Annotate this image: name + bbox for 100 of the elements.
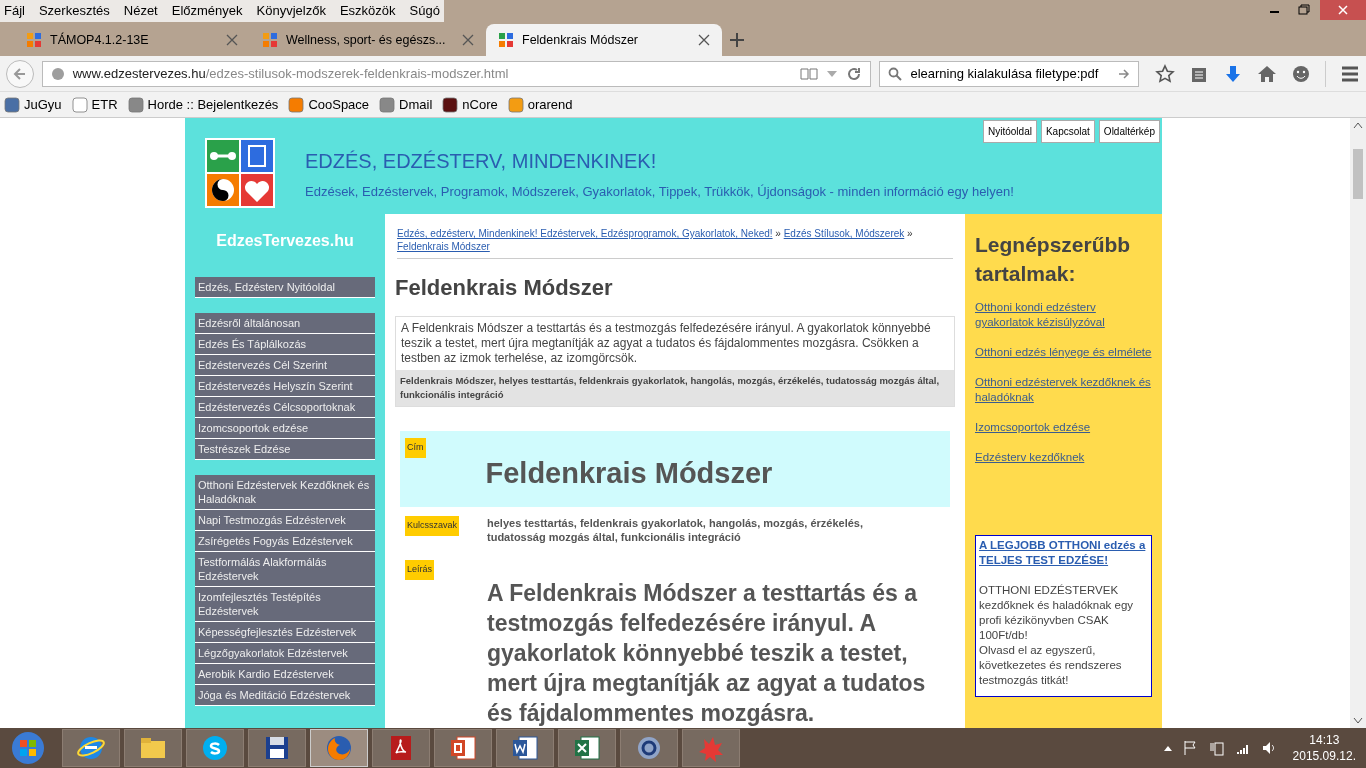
chat-s-icon[interactable] bbox=[200, 733, 230, 763]
menu-item[interactable]: Fájl bbox=[4, 1, 25, 21]
field-keywords: helyes testtartás, feldenkrais gyakorlatok, hangolás, mozgás, érzékelés, tudatosság mozgás által, funkcionális integráció bbox=[487, 516, 864, 544]
sidebar-link[interactable]: Izomfejlesztés Testépítés Edzéstervek bbox=[195, 587, 375, 622]
sidebar-link[interactable]: Edzéstervezés Helyszín Szerint bbox=[195, 376, 375, 397]
breadcrumb-link[interactable]: Edzés, edzésterv, Mindenkinek! Edzéstervek, Edzésprogramok, Gyakorlatok, Neked! bbox=[397, 228, 773, 239]
sidebar-link[interactable]: Izomcsoportok edzése bbox=[195, 418, 375, 439]
close-icon[interactable] bbox=[462, 34, 474, 46]
taskbar-button[interactable] bbox=[434, 729, 492, 767]
star-icon[interactable] bbox=[1155, 63, 1175, 84]
slides-p-icon[interactable] bbox=[448, 733, 478, 763]
popular-link[interactable]: Edzésterv kezdőknek bbox=[975, 450, 1152, 465]
sidebar-link[interactable]: Edzés És Táplálkozás bbox=[195, 334, 375, 355]
menu-item[interactable]: Előzmények bbox=[171, 1, 243, 21]
menu-item[interactable]: Súgó bbox=[409, 1, 440, 21]
tab-title: Feldenkrais Módszer bbox=[522, 31, 639, 49]
site-favicon-icon bbox=[262, 32, 278, 48]
scroll-down-icon[interactable] bbox=[1353, 717, 1363, 725]
menu-item[interactable]: Könyvjelzők bbox=[256, 1, 326, 21]
clock-time[interactable]: 14:13 bbox=[1309, 732, 1340, 748]
battery-icon[interactable] bbox=[1208, 740, 1225, 756]
sidebar-link[interactable]: Testrészek Edzése bbox=[195, 439, 375, 460]
browser-tab[interactable]: TÁMOP4.1.2-13E bbox=[14, 24, 250, 56]
site-favicon-icon bbox=[498, 32, 514, 48]
sidebar-link[interactable]: Otthoni Edzéstervek Kezdőknek és Haladóknak bbox=[195, 475, 375, 510]
bookmark-item[interactable]: Dmail bbox=[379, 94, 433, 115]
close-icon bbox=[1338, 5, 1348, 15]
taskbar-button[interactable] bbox=[558, 729, 616, 767]
ad-text: OTTHONI EDZÉSTERVEK kezdőknek és haladóknak egy profi kézikönyvben CSAK 100Ft/db! bbox=[979, 583, 1135, 643]
home-icon[interactable] bbox=[1257, 63, 1277, 84]
reload-icon[interactable] bbox=[846, 65, 863, 82]
smiley-icon[interactable] bbox=[1291, 63, 1311, 84]
taskbar-button[interactable] bbox=[248, 729, 306, 767]
url-text: www.edzestervezes.hu/edzes-stilusok-modszerek-feldenkrais-modszer.html bbox=[72, 64, 510, 83]
arrow-right-icon[interactable] bbox=[1118, 67, 1130, 80]
sidebar-link[interactable]: Edzés, Edzésterv Nyitóoldal bbox=[195, 277, 375, 298]
summary-text: A Feldenkrais Módszer a testtartás és a testmozgás felfedezésére irányul. A gyakorlatok könnyebbé teszik a testet, mert újra megtanítják az agyat a tudatos és fájdalommentes mozgásra. Csökken a testben az izmok terhelése, az izomgörcsök. bbox=[400, 320, 932, 367]
bookmark-item[interactable]: CooSpace bbox=[288, 94, 370, 115]
address-field[interactable]: www.edzestervezes.hu/edzes-stilusok-modszerek-feldenkrais-modszer.html bbox=[41, 60, 872, 87]
bookmark-item[interactable]: nCore bbox=[442, 94, 498, 115]
top-nav-link[interactable]: Oldaltérkép bbox=[1098, 120, 1160, 143]
tag-list: Feldenkrais Módszer, helyes testtartás, feldenkrais gyakorlatok, hangolás, mozgás, érzékelés, tudatosság mozgás által, funkcionális integráció bbox=[396, 370, 954, 406]
field-label: Kulcsszavak bbox=[405, 516, 460, 536]
scroll-up-icon[interactable] bbox=[1353, 121, 1363, 129]
document-w-icon[interactable] bbox=[510, 733, 540, 763]
ad-title-link[interactable]: A LEGJOBB OTTHONI edzés a TELJES TEST EDZÉSE! bbox=[979, 538, 1148, 568]
close-icon[interactable] bbox=[226, 34, 238, 46]
taskbar-button[interactable] bbox=[310, 729, 368, 767]
site-title: EDZÉS, EDZÉSTERV, MINDENKINEK! bbox=[305, 149, 658, 174]
speaker-icon[interactable] bbox=[1260, 740, 1277, 756]
site-subtitle: Edzések, Edzéstervek, Programok, Módszerek, Gyakorlatok, Tippek, Trükkök, Újdonságok - minden információ egy helyen! bbox=[305, 183, 1014, 201]
top-nav-link[interactable]: Nyitóoldal bbox=[983, 120, 1037, 143]
bookmark-item[interactable]: ETR bbox=[71, 94, 118, 115]
field-description: A Feldenkrais Módszer a testtartás és a testmozgás felfedezésére irányul. A gyakorlatok könnyebbé teszik a testet, mert újra megtanítják az agyat a tudatos és fájdalommentes mozgásra. bbox=[487, 579, 927, 728]
taskbar-button[interactable] bbox=[620, 729, 678, 767]
back-button[interactable] bbox=[6, 59, 34, 88]
sidebar-link[interactable]: Jóga és Meditáció Edzéstervek bbox=[195, 685, 375, 706]
bookmark-favicon-icon bbox=[507, 96, 524, 113]
sidebar-link[interactable]: Testformálás Alakformálás Edzéstervek bbox=[195, 552, 375, 587]
sidebar-link[interactable]: Edzésről általánosan bbox=[195, 313, 375, 334]
menu-item[interactable]: Szerkesztés bbox=[38, 1, 110, 21]
download-icon[interactable] bbox=[1223, 63, 1243, 84]
taskbar-button[interactable] bbox=[496, 729, 554, 767]
tray-arrow-icon[interactable] bbox=[1162, 744, 1173, 752]
search-text: elearning kialakulása filetype:pdf bbox=[910, 64, 1100, 83]
popular-link[interactable]: Izomcsoportok edzése bbox=[975, 420, 1152, 435]
sidebar-link[interactable]: Légzőgyakorlatok Edzéstervek bbox=[195, 643, 375, 664]
bookmark-item[interactable]: orarend bbox=[507, 94, 573, 115]
taskbar-button[interactable] bbox=[186, 729, 244, 767]
bookmark-favicon-icon bbox=[288, 96, 305, 113]
book-icon[interactable] bbox=[800, 66, 819, 81]
bookmark-item[interactable]: JuGyu bbox=[4, 94, 62, 115]
sidebar-link[interactable]: Aerobik Kardio Edzéstervek bbox=[195, 664, 375, 685]
top-nav-link[interactable]: Kapcsolat bbox=[1040, 120, 1095, 143]
logo-drawing[interactable] bbox=[205, 138, 275, 208]
popular-link[interactable]: Otthoni kondi edzésterv gyakorlatok kézisúlyzóval bbox=[975, 300, 1152, 330]
browser-tab[interactable]: Feldenkrais Módszer bbox=[486, 24, 722, 56]
sidebar-link[interactable]: Edzéstervezés Cél Szerint bbox=[195, 355, 375, 376]
breadcrumb-link[interactable]: Edzés Stílusok, Módszerek bbox=[783, 228, 905, 239]
ad-text: Olvasd el az egyszerű, következetes és rendszeres testmozgás titkát! bbox=[979, 643, 1123, 688]
sidebar-link[interactable]: Zsírégetés Fogyás Edzéstervek bbox=[195, 531, 375, 552]
scrollbar[interactable] bbox=[1350, 118, 1366, 728]
search-field[interactable]: elearning kialakulása filetype:pdf bbox=[879, 60, 1139, 87]
scroll-thumb[interactable] bbox=[1353, 149, 1363, 199]
flag-icon[interactable] bbox=[1182, 740, 1199, 756]
sheet-x-icon[interactable] bbox=[572, 733, 602, 763]
bookmark-item[interactable]: Horde :: Bejelentkezés bbox=[127, 94, 279, 115]
browser-tab[interactable]: Wellness, sport- és egészs... bbox=[250, 24, 486, 56]
sidebar-link[interactable]: Edzéstervezés Célcsoportoknak bbox=[195, 397, 375, 418]
menu-item[interactable]: Eszközök bbox=[339, 1, 396, 21]
clock-date[interactable]: 2015.09.12. bbox=[1292, 748, 1356, 764]
bookmark-favicon-icon bbox=[127, 96, 144, 113]
field-title: Feldenkrais Módszer bbox=[485, 456, 773, 491]
popular-link[interactable]: Otthoni edzéstervek kezdőknek és haladóknak bbox=[975, 375, 1152, 405]
sidebar-link[interactable]: Képességfejlesztés Edzéstervek bbox=[195, 622, 375, 643]
close-icon[interactable] bbox=[698, 34, 710, 46]
menu-item[interactable]: Nézet bbox=[123, 1, 158, 21]
sidebar-link[interactable]: Napi Testmozgás Edzéstervek bbox=[195, 510, 375, 531]
breadcrumb-link[interactable]: Feldenkrais Módszer bbox=[397, 241, 490, 252]
popular-link[interactable]: Otthoni edzés lényege és elmélete bbox=[975, 345, 1152, 360]
